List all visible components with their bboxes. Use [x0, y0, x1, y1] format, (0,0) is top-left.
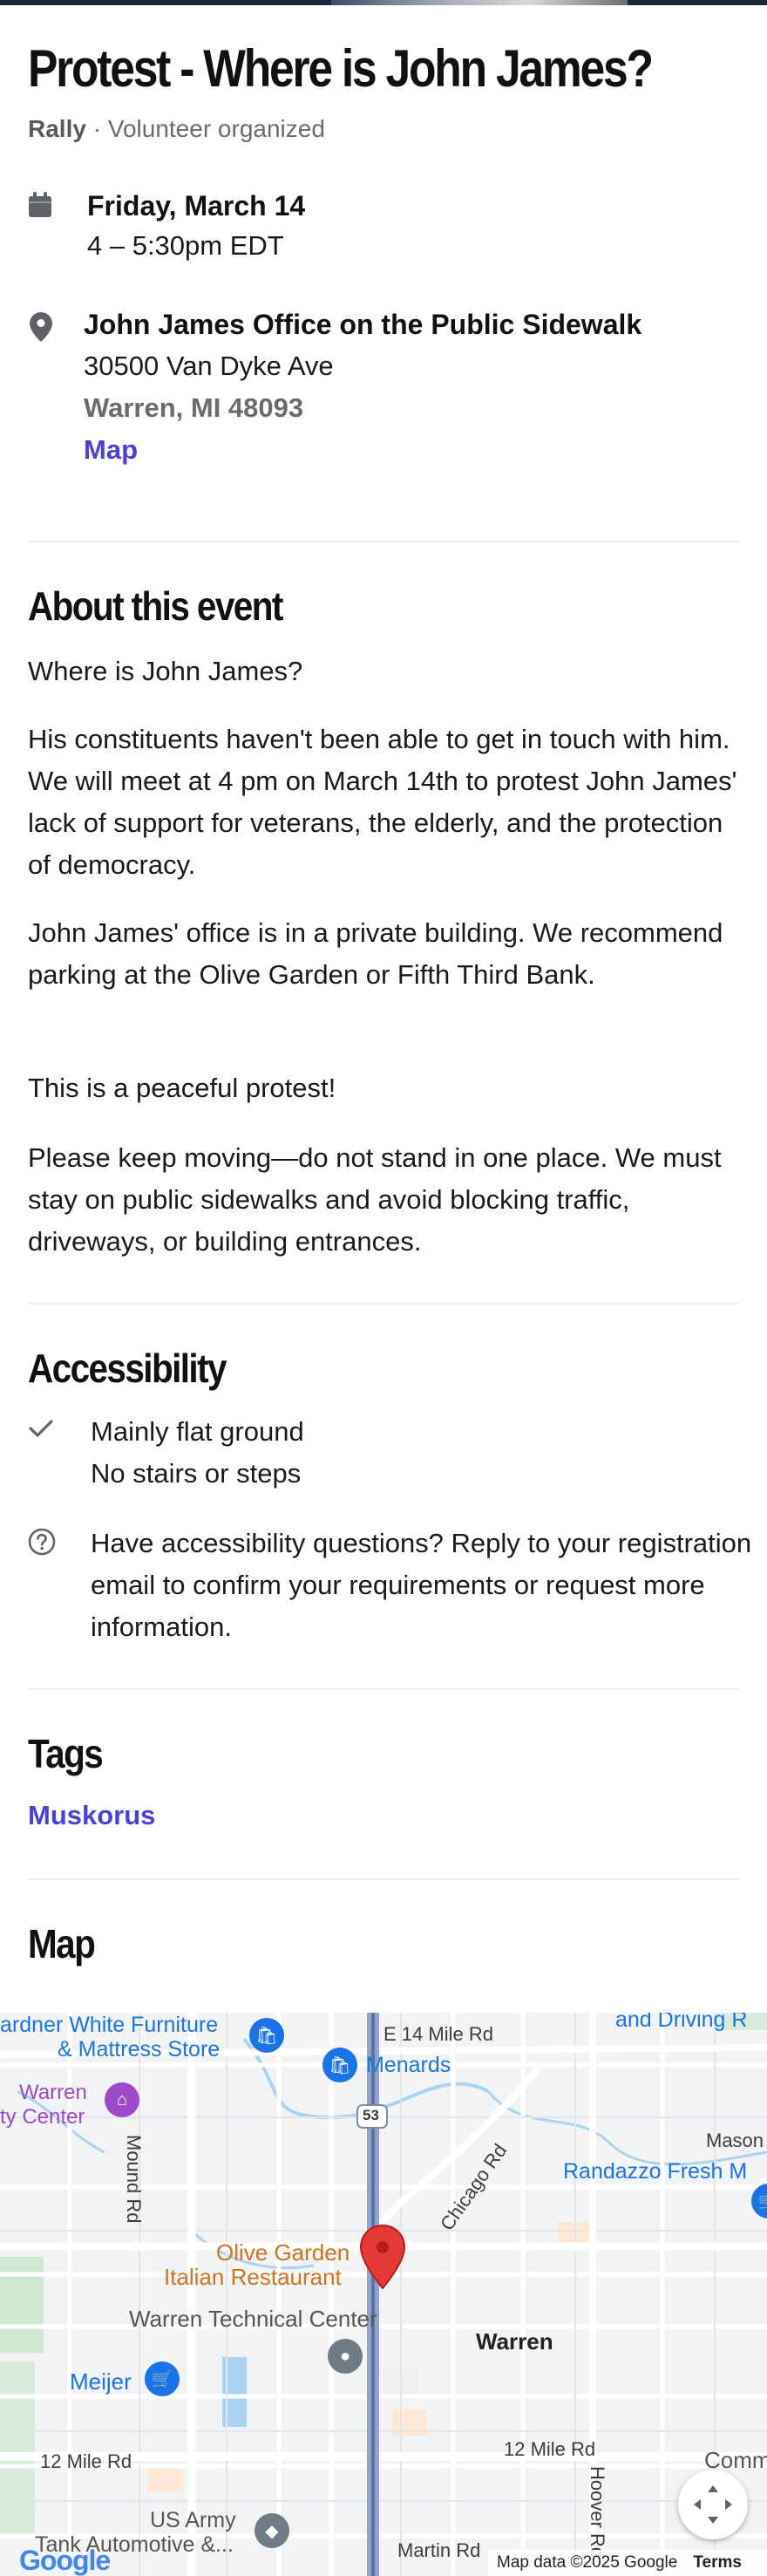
place-pin-icon[interactable]: ◆ [255, 2513, 289, 2548]
map-label: & Mattress Store [58, 2037, 221, 2061]
calendar-icon [29, 192, 51, 217]
about-paragraph: This is a peaceful protest! [28, 1073, 336, 1103]
road-label: Martin Rd [397, 2539, 481, 2561]
help-circle-icon [28, 1528, 56, 1556]
map-label: Mason [706, 2130, 764, 2151]
divider [28, 1303, 739, 1305]
map-label: and Driving R [615, 2013, 748, 2032]
google-logo-text: Google [19, 2545, 111, 2576]
event-map-pin-icon[interactable] [359, 2224, 406, 2290]
road-label: 12 Mile Rd [40, 2450, 132, 2472]
event-subtitle: Rally · Volunteer organized [28, 115, 325, 143]
accessibility-heading: Accessibility [28, 1346, 227, 1391]
map-label: Olive Garden [216, 2239, 350, 2266]
move-arrows-icon [694, 2485, 732, 2524]
about-paragraph: John James' office is in a private build… [28, 917, 723, 990]
event-type: Rally [28, 115, 86, 142]
road-label: 12 Mile Rd [504, 2438, 596, 2460]
map-label: Meijer [70, 2368, 132, 2395]
map-attribution-text: Map data ©2025 Google [497, 2553, 678, 2572]
check-icon [29, 1420, 53, 1437]
map-label: ardner White Furniture [0, 2013, 219, 2037]
event-location: John James Office on the Public Sidewalk… [28, 309, 739, 474]
accessibility-question: Have accessibility questions? Reply to y… [28, 1523, 751, 1653]
hero-image-edge [0, 0, 767, 5]
divider [28, 1878, 739, 1880]
map-link[interactable]: Map [84, 434, 138, 466]
road-label: E 14 Mile Rd [384, 2023, 493, 2045]
event-title: Protest - Where is John James? [28, 39, 654, 98]
tag-link[interactable]: Muskorus [28, 1800, 155, 1831]
about-paragraph: Where is John James? [28, 656, 303, 686]
map-label: Randazzo Fresh M [563, 2159, 748, 2184]
route-shield-label: 53 [363, 2107, 379, 2123]
road-label: Mound Rd [123, 2135, 145, 2224]
map-embed[interactable]: 🛍 🛍 ⌂ 🛒 🛒 ● ◆ ardner White Furniture & M… [0, 2013, 767, 2576]
map-label: Warren [476, 2328, 553, 2355]
civic-pin-icon[interactable]: ⌂ [105, 2082, 139, 2117]
shopping-pin-icon[interactable]: 🛍 [249, 2018, 284, 2053]
map-terms-link[interactable]: Terms [693, 2553, 742, 2572]
place-pin-icon[interactable]: ● [328, 2339, 363, 2374]
event-datetime: Friday, March 14 4 – 5:30pm EDT [28, 190, 739, 269]
map-label: Italian Restaurant [164, 2264, 342, 2290]
tags-heading: Tags [28, 1731, 104, 1776]
location-street: 30500 Van Dyke Ave [84, 351, 334, 381]
map-label: Warren [19, 2081, 87, 2104]
about-heading: About this event [28, 583, 283, 629]
location-pin-icon [30, 312, 52, 342]
map-pan-control[interactable] [678, 2470, 748, 2539]
map-label: US Army [150, 2508, 236, 2532]
event-date: Friday, March 14 [87, 190, 306, 221]
map-label: Menards [366, 2053, 451, 2077]
map-label: Warren Technical Center [129, 2306, 377, 2332]
google-logo: Google [19, 2545, 111, 2576]
divider [28, 1688, 739, 1690]
accessibility-feature: No stairs or steps [91, 1458, 302, 1489]
accessibility-feature: Mainly flat ground [91, 1416, 304, 1447]
shopping-pin-icon[interactable]: 🛍 [322, 2048, 357, 2082]
grocery-pin-icon[interactable]: 🛒 [145, 2361, 180, 2396]
map-attribution: Map data ©2025 Google Terms [488, 2550, 767, 2576]
location-name: John James Office on the Public Sidewalk [84, 309, 642, 340]
event-time: 4 – 5:30pm EDT [87, 230, 284, 261]
accessibility-question-text: Have accessibility questions? Reply to y… [91, 1528, 752, 1642]
road-label: Hoover Rd [587, 2466, 608, 2559]
event-organizer: · Volunteer organized [92, 115, 325, 142]
accessibility-features: Mainly flat ground No stairs or steps [28, 1411, 739, 1498]
about-paragraph: His constituents haven't been able to ge… [28, 724, 737, 880]
map-label: ty Center [0, 2105, 85, 2129]
divider [28, 541, 739, 542]
location-city: Warren, MI 48093 [84, 392, 304, 423]
map-heading: Map [28, 1921, 96, 1966]
about-paragraph: Please keep moving—do not stand in one p… [28, 1142, 722, 1257]
